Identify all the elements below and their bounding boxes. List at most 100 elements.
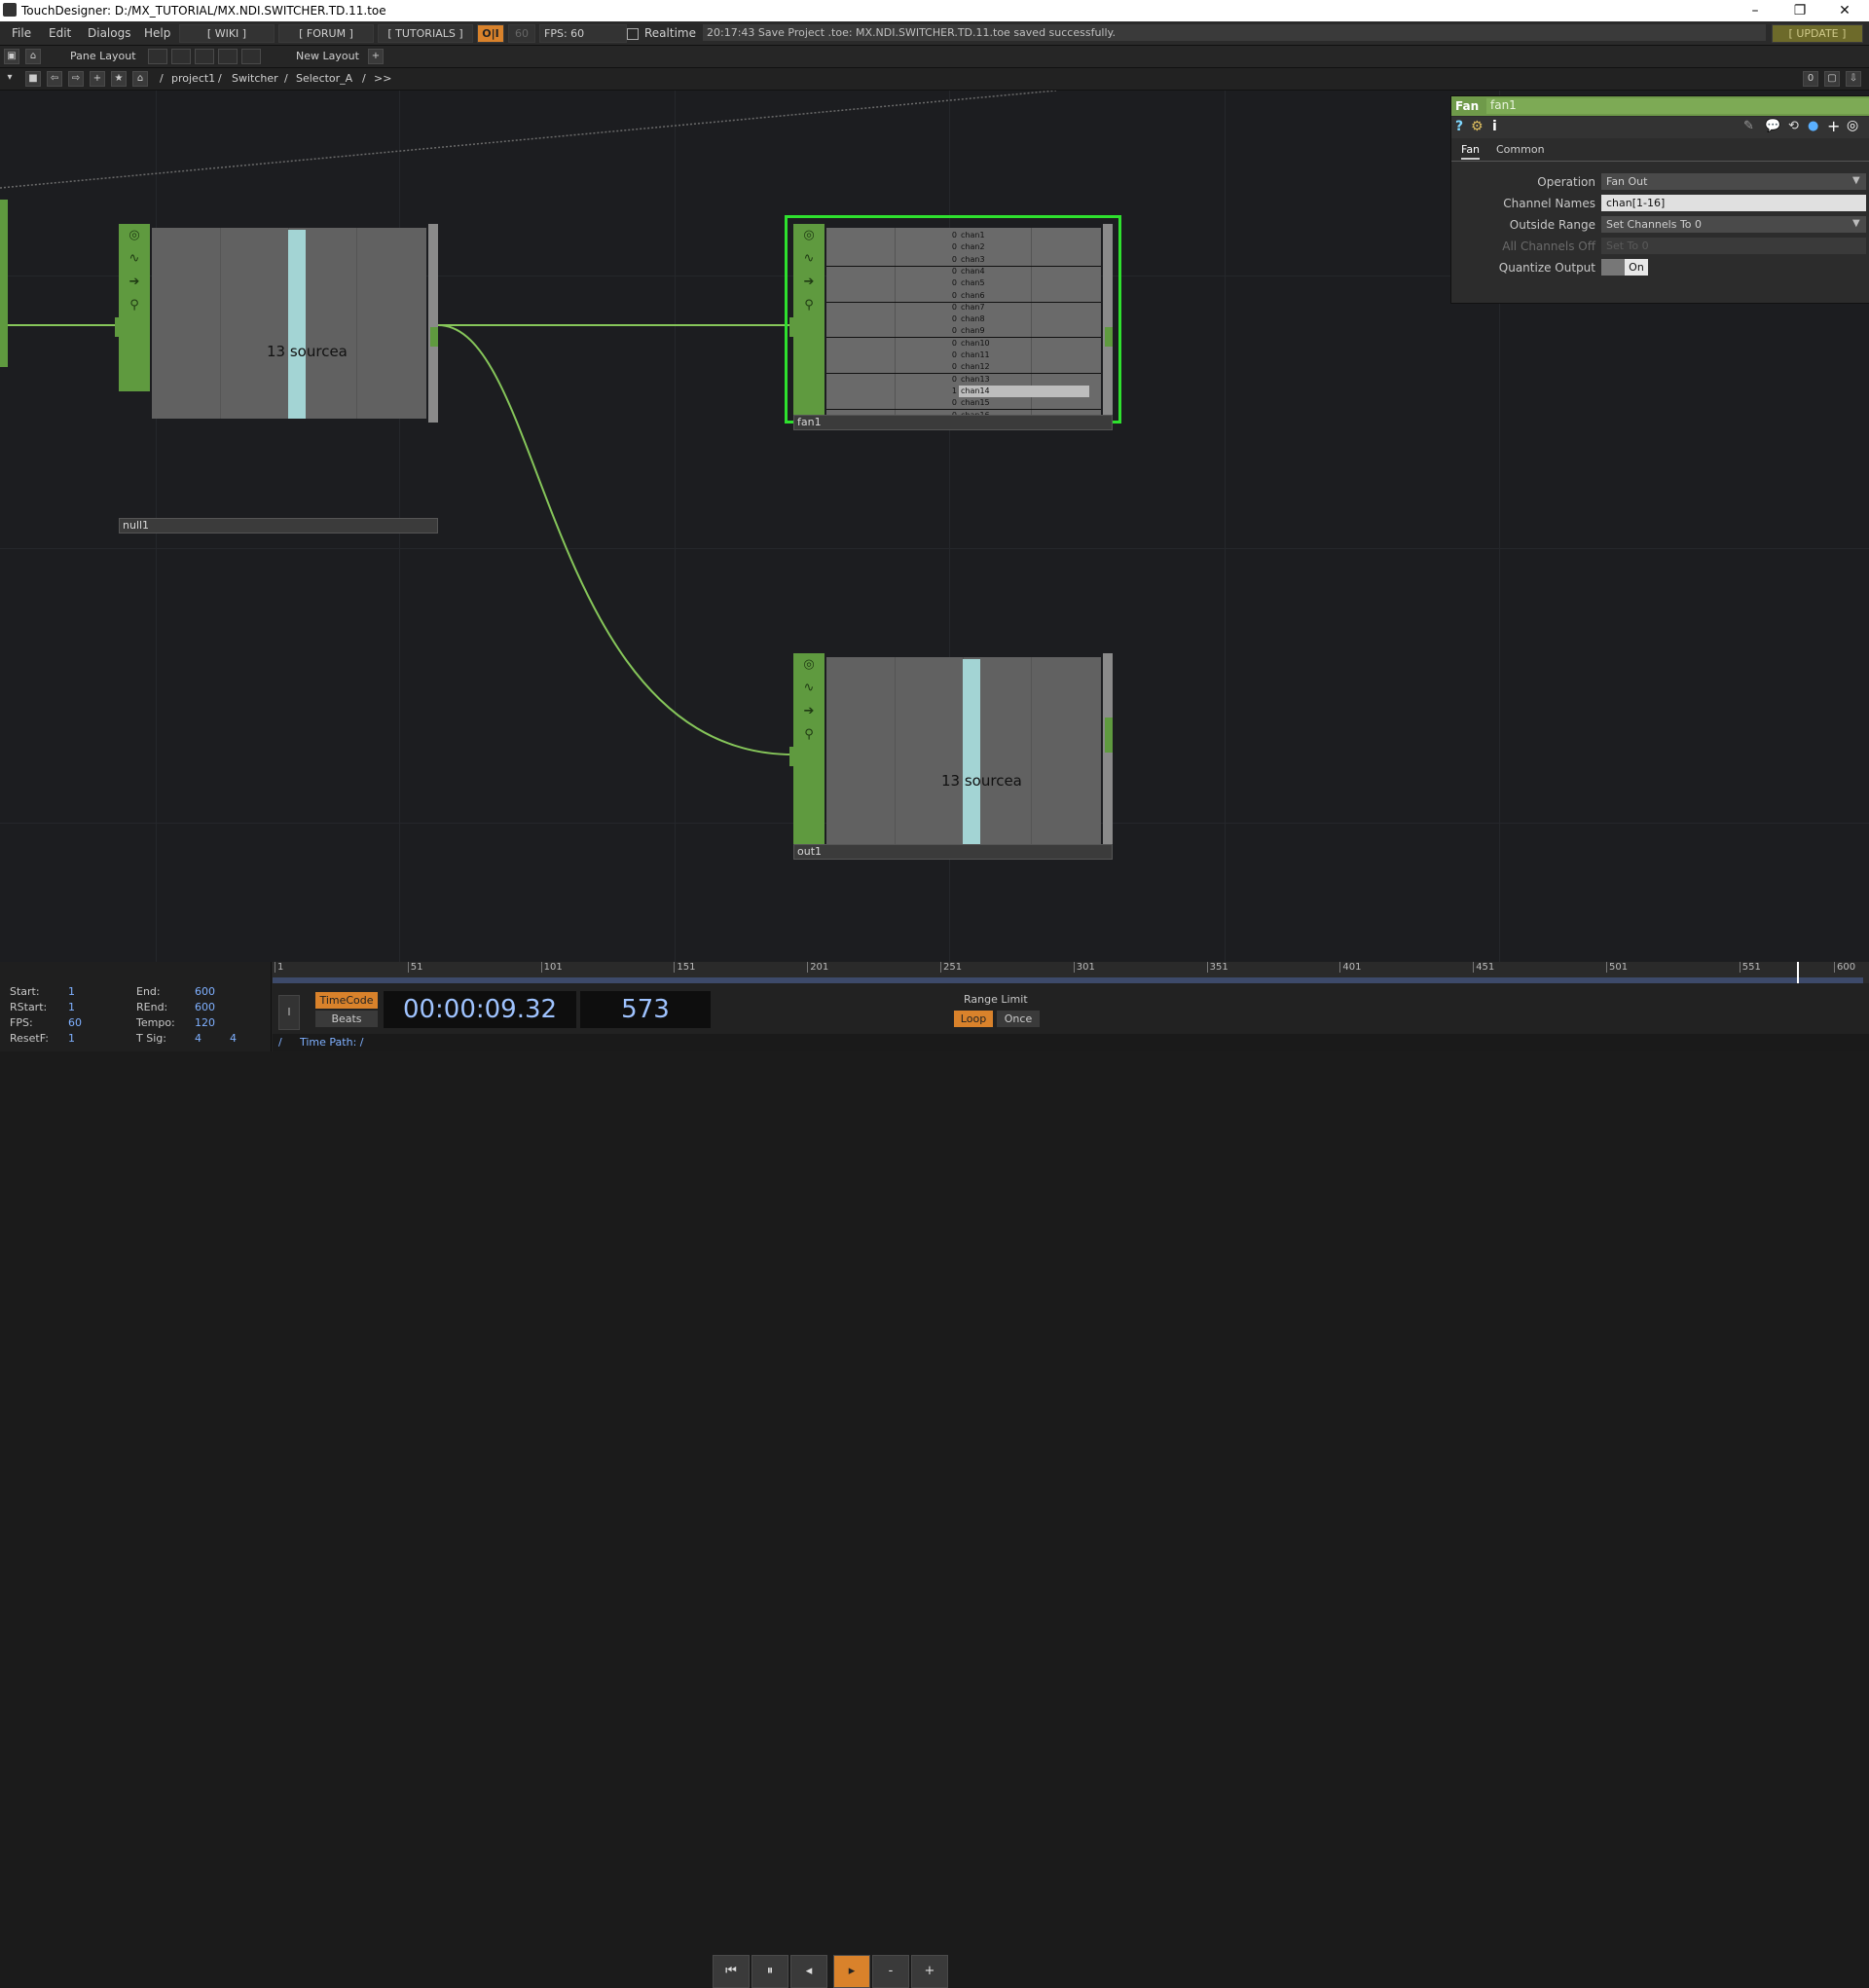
tab-fan[interactable]: Fan xyxy=(1461,143,1481,160)
out1-node[interactable]: ◎ ∿ ➔ ⚲ 13 sourcea out1 xyxy=(789,653,1113,860)
lock-icon[interactable]: ⚲ xyxy=(801,727,817,743)
timecode-display[interactable]: 00:00:09.32 xyxy=(384,991,576,1028)
rend-value[interactable]: 600 xyxy=(195,1001,215,1013)
in-button[interactable]: I xyxy=(278,995,300,1030)
layout-split-v-icon[interactable] xyxy=(171,49,191,64)
input-port[interactable] xyxy=(115,317,123,337)
download-icon[interactable]: ⇩ xyxy=(1846,71,1861,87)
wiki-button[interactable]: [ WIKI ] xyxy=(179,24,275,43)
python-icon[interactable]: ● xyxy=(1808,119,1818,133)
stop-icon[interactable]: ■ xyxy=(25,71,41,87)
close-button[interactable]: ✕ xyxy=(1822,1,1867,20)
quantize-value[interactable]: On xyxy=(1625,259,1648,276)
output-port[interactable] xyxy=(1105,327,1113,347)
network-icon[interactable]: ⌂ xyxy=(25,49,41,64)
layout-single-icon[interactable] xyxy=(148,49,167,64)
playhead[interactable] xyxy=(1797,962,1799,983)
menu-dialogs[interactable]: Dialogs xyxy=(88,26,130,40)
fps-value[interactable]: 60 xyxy=(68,1016,82,1029)
edit-icon[interactable]: ✎ xyxy=(1743,119,1754,133)
output-port[interactable] xyxy=(430,327,438,347)
frame-display[interactable]: 573 xyxy=(580,991,711,1028)
lock-icon[interactable]: ⚲ xyxy=(127,298,142,313)
node-name[interactable]: fan1 xyxy=(793,415,1113,430)
wave-icon[interactable]: ∿ xyxy=(801,251,817,267)
end-value[interactable]: 600 xyxy=(195,985,215,998)
operation-dropdown[interactable]: Fan Out xyxy=(1601,173,1866,190)
oi-toggle[interactable]: O|I xyxy=(477,24,504,43)
once-button[interactable]: Once xyxy=(997,1011,1040,1027)
arrow-icon[interactable]: ➔ xyxy=(127,275,142,290)
viewer-toggle-icon[interactable]: ▢ xyxy=(1824,71,1840,87)
target-icon[interactable]: ◎ xyxy=(1847,118,1858,133)
tutorials-button[interactable]: [ TUTORIALS ] xyxy=(378,24,473,43)
offscreen-node[interactable] xyxy=(0,200,8,367)
layout-split-h-icon[interactable] xyxy=(195,49,214,64)
tempo-value[interactable]: 120 xyxy=(195,1016,215,1029)
input-port[interactable] xyxy=(789,317,797,337)
info-icon[interactable]: i xyxy=(1492,119,1497,134)
add-icon[interactable]: + xyxy=(90,71,105,87)
fan1-node[interactable]: ◎ ∿ ➔ ⚲ 0 chan1 0 chan2 0 chan3 0 chan4 0 chan5 0 c… xyxy=(789,224,1113,430)
op-name[interactable]: fan1 xyxy=(1486,98,1869,114)
forward-icon[interactable]: ⇨ xyxy=(68,71,84,87)
forum-button[interactable]: [ FORUM ] xyxy=(278,24,374,43)
layout-three-icon[interactable] xyxy=(218,49,238,64)
menu-file[interactable]: File xyxy=(12,26,31,40)
viewer-icon[interactable]: ◎ xyxy=(801,657,817,673)
wave-icon[interactable]: ∿ xyxy=(801,681,817,696)
tsig-a[interactable]: 4 xyxy=(195,1032,202,1045)
maximize-button[interactable]: ❐ xyxy=(1777,1,1822,20)
beats-button[interactable]: Beats xyxy=(315,1011,378,1027)
script-icon[interactable]: ⟲ xyxy=(1788,119,1799,133)
layout-four-icon[interactable] xyxy=(241,49,261,64)
help-icon[interactable]: ? xyxy=(1455,119,1463,134)
minimize-button[interactable]: – xyxy=(1733,1,1777,20)
plus-button[interactable]: + xyxy=(911,1955,948,1988)
outside-range-dropdown[interactable]: Set Channels To 0 xyxy=(1601,216,1866,233)
step-back-button[interactable]: ◂ xyxy=(790,1955,827,1988)
null1-node[interactable]: ◎ ∿ ➔ ⚲ 13 sourcea null1 xyxy=(115,224,438,534)
rstart-value[interactable]: 1 xyxy=(68,1001,75,1013)
resetf-value[interactable]: 1 xyxy=(68,1032,75,1045)
menu-edit[interactable]: Edit xyxy=(49,26,71,40)
channel-names-field[interactable]: chan[1-16] xyxy=(1601,195,1866,211)
start-value[interactable]: 1 xyxy=(68,985,75,998)
arrow-icon[interactable]: ➔ xyxy=(801,275,817,290)
all-channels-off-dropdown[interactable]: Set To 0 xyxy=(1601,238,1866,254)
input-port[interactable] xyxy=(789,747,797,766)
range-bar[interactable] xyxy=(273,977,1863,983)
comment-icon[interactable]: 💬 xyxy=(1765,119,1780,133)
breadcrumb-switcher[interactable]: Switcher xyxy=(232,72,278,85)
pause-button[interactable]: ⏸ xyxy=(751,1955,788,1988)
rewind-button[interactable]: ⏮ xyxy=(713,1955,750,1988)
add-layout-button[interactable]: + xyxy=(368,49,384,64)
bookmark-star-icon[interactable]: ★ xyxy=(111,71,127,87)
breadcrumb-selector-a[interactable]: Selector_A xyxy=(296,72,352,85)
add-icon[interactable]: + xyxy=(1827,117,1840,135)
time-path[interactable]: Time Path: / xyxy=(300,1036,364,1049)
lock-icon[interactable]: ⚲ xyxy=(801,298,817,313)
breadcrumb-project1[interactable]: project1 xyxy=(171,72,215,85)
timecode-button[interactable]: TimeCode xyxy=(315,992,378,1009)
node-name[interactable]: null1 xyxy=(119,518,438,534)
breadcrumb-more[interactable]: >> xyxy=(374,72,391,85)
viewer-icon[interactable]: ◎ xyxy=(801,228,817,243)
dropdown-icon[interactable]: ▾ xyxy=(2,71,18,87)
tab-common[interactable]: Common xyxy=(1496,143,1545,156)
update-button[interactable]: [ UPDATE ] xyxy=(1772,24,1863,43)
loop-button[interactable]: Loop xyxy=(954,1011,993,1027)
home-icon[interactable]: ⌂ xyxy=(132,71,148,87)
back-icon[interactable]: ⇦ xyxy=(47,71,62,87)
tsig-b[interactable]: 4 xyxy=(230,1032,237,1045)
timeline-ruler[interactable]: 1 51 101 151 201 251 301 351 401 451 501 551 600 xyxy=(273,962,1869,983)
quantize-toggle[interactable] xyxy=(1601,259,1625,276)
arrow-icon[interactable]: ➔ xyxy=(801,704,817,719)
node-name[interactable]: out1 xyxy=(793,844,1113,860)
play-button[interactable]: ▸ xyxy=(833,1955,870,1988)
pane-type-icon[interactable]: ▣ xyxy=(4,49,19,64)
viewer-icon[interactable]: ◎ xyxy=(127,228,142,243)
zero-button[interactable]: 0 xyxy=(1803,71,1818,87)
realtime-checkbox[interactable] xyxy=(627,28,639,40)
output-port[interactable] xyxy=(1105,718,1113,753)
